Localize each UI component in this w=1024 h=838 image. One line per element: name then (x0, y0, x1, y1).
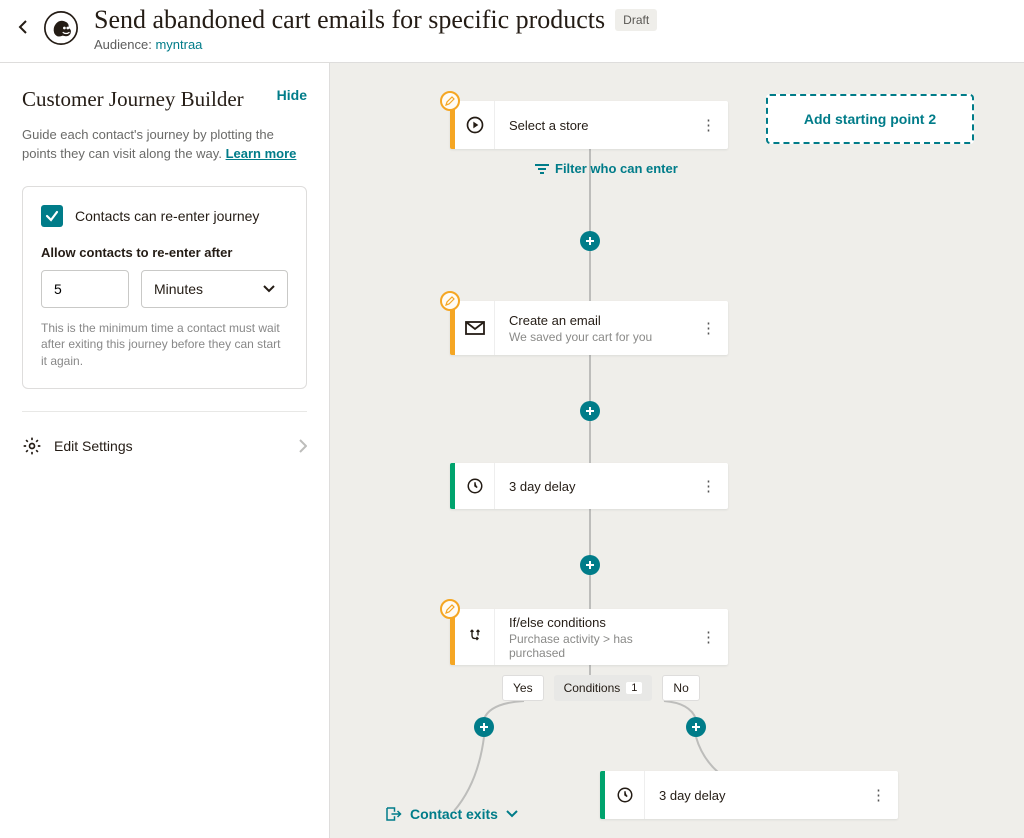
reenter-card: Contacts can re-enter journey Allow cont… (22, 186, 307, 389)
edit-badge-icon (440, 291, 460, 311)
plus-icon (585, 560, 595, 570)
learn-more-link[interactable]: Learn more (226, 146, 297, 161)
sidebar-panel: Customer Journey Builder Hide Guide each… (0, 63, 330, 838)
audience-label: Audience: (94, 37, 152, 52)
reenter-label: Contacts can re-enter journey (75, 208, 259, 224)
node-menu-button[interactable]: ⋮ (689, 319, 728, 337)
reenter-unit-value: Minutes (154, 281, 203, 297)
node-menu-button[interactable]: ⋮ (689, 477, 728, 495)
email-icon (465, 321, 485, 335)
add-starting-point-button[interactable]: Add starting point 2 (766, 94, 974, 144)
edit-badge-icon (440, 599, 460, 619)
flow-connectors (330, 63, 1024, 838)
add-step-button[interactable] (474, 717, 494, 737)
reenter-checkbox[interactable] (41, 205, 63, 227)
edit-settings-label: Edit Settings (54, 438, 133, 454)
node-if-else[interactable]: If/else conditions Purchase activity > h… (450, 609, 728, 665)
branch-icon (466, 628, 484, 646)
panel-title: Customer Journey Builder (22, 87, 244, 112)
reenter-value-input[interactable] (41, 270, 129, 308)
plus-icon (585, 236, 595, 246)
allow-after-label: Allow contacts to re-enter after (41, 245, 288, 260)
contact-exits-button[interactable]: Contact exits (384, 805, 518, 823)
check-icon (45, 209, 59, 223)
chevron-right-icon (299, 439, 307, 453)
chevron-down-icon (263, 285, 275, 293)
edit-settings-row[interactable]: Edit Settings (22, 411, 307, 456)
filter-who-can-enter-link[interactable]: Filter who can enter (535, 161, 678, 176)
hide-button[interactable]: Hide (277, 87, 307, 103)
back-button[interactable] (18, 19, 28, 38)
exit-icon (384, 805, 402, 823)
edit-badge-icon (440, 91, 460, 111)
gear-icon (22, 436, 42, 456)
node-select-store[interactable]: Select a store ⋮ (450, 101, 728, 149)
node-delay-1[interactable]: 3 day delay ⋮ (450, 463, 728, 509)
add-step-button[interactable] (580, 555, 600, 575)
reenter-helper: This is the minimum time a contact must … (41, 320, 288, 370)
node-menu-button[interactable]: ⋮ (689, 628, 728, 646)
add-step-button[interactable] (580, 401, 600, 421)
node-create-email[interactable]: Create an email We saved your cart for y… (450, 301, 728, 355)
clock-icon (466, 477, 484, 495)
audience-link[interactable]: myntraa (155, 37, 202, 52)
play-icon (465, 115, 485, 135)
clock-icon (616, 786, 634, 804)
filter-icon (535, 163, 549, 175)
node-menu-button[interactable]: ⋮ (689, 116, 728, 134)
plus-icon (585, 406, 595, 416)
add-step-button[interactable] (580, 231, 600, 251)
branch-conditions[interactable]: Conditions 1 (554, 675, 653, 701)
chevron-left-icon (18, 19, 28, 35)
add-step-button[interactable] (686, 717, 706, 737)
plus-icon (691, 722, 701, 732)
node-menu-button[interactable]: ⋮ (859, 786, 898, 804)
status-badge: Draft (615, 9, 657, 31)
branch-yes[interactable]: Yes (502, 675, 544, 701)
reenter-unit-select[interactable]: Minutes (141, 270, 288, 308)
mailchimp-logo (44, 11, 78, 45)
chevron-down-icon (506, 810, 518, 818)
node-delay-2[interactable]: 3 day delay ⋮ (600, 771, 898, 819)
page-title: Send abandoned cart emails for specific … (94, 5, 605, 35)
branch-no[interactable]: No (662, 675, 699, 701)
plus-icon (479, 722, 489, 732)
